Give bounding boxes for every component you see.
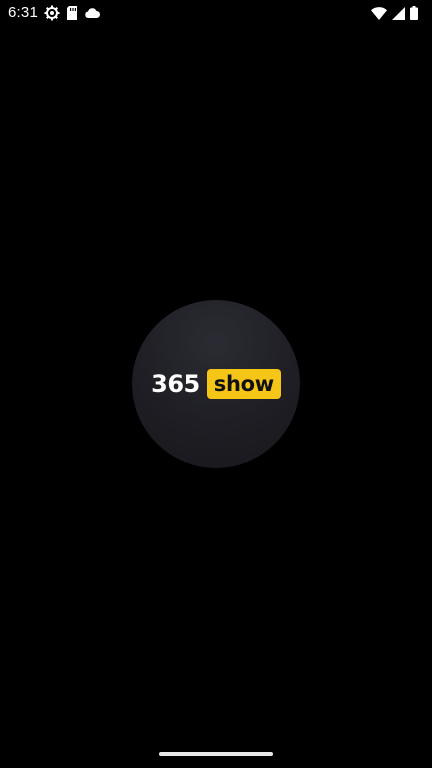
status-time: 6:31: [8, 4, 38, 21]
wifi-icon: [371, 6, 387, 20]
cell-signal-icon: [392, 6, 405, 20]
cloud-icon: [84, 7, 100, 19]
logo-badge: show: [206, 369, 281, 399]
logo-number: 365: [151, 370, 200, 398]
logo-word: show: [213, 372, 274, 396]
status-bar-right: [371, 4, 418, 22]
battery-icon: [410, 6, 418, 20]
sd-card-icon: [66, 6, 78, 20]
status-bar: 6:31: [0, 0, 432, 26]
status-bar-left: 6:31: [8, 4, 100, 22]
settings-icon: [44, 5, 60, 21]
splash-logo-circle: 365 show: [132, 300, 300, 468]
app-logo: 365 show: [151, 369, 281, 399]
gesture-nav-handle[interactable]: [159, 752, 273, 756]
